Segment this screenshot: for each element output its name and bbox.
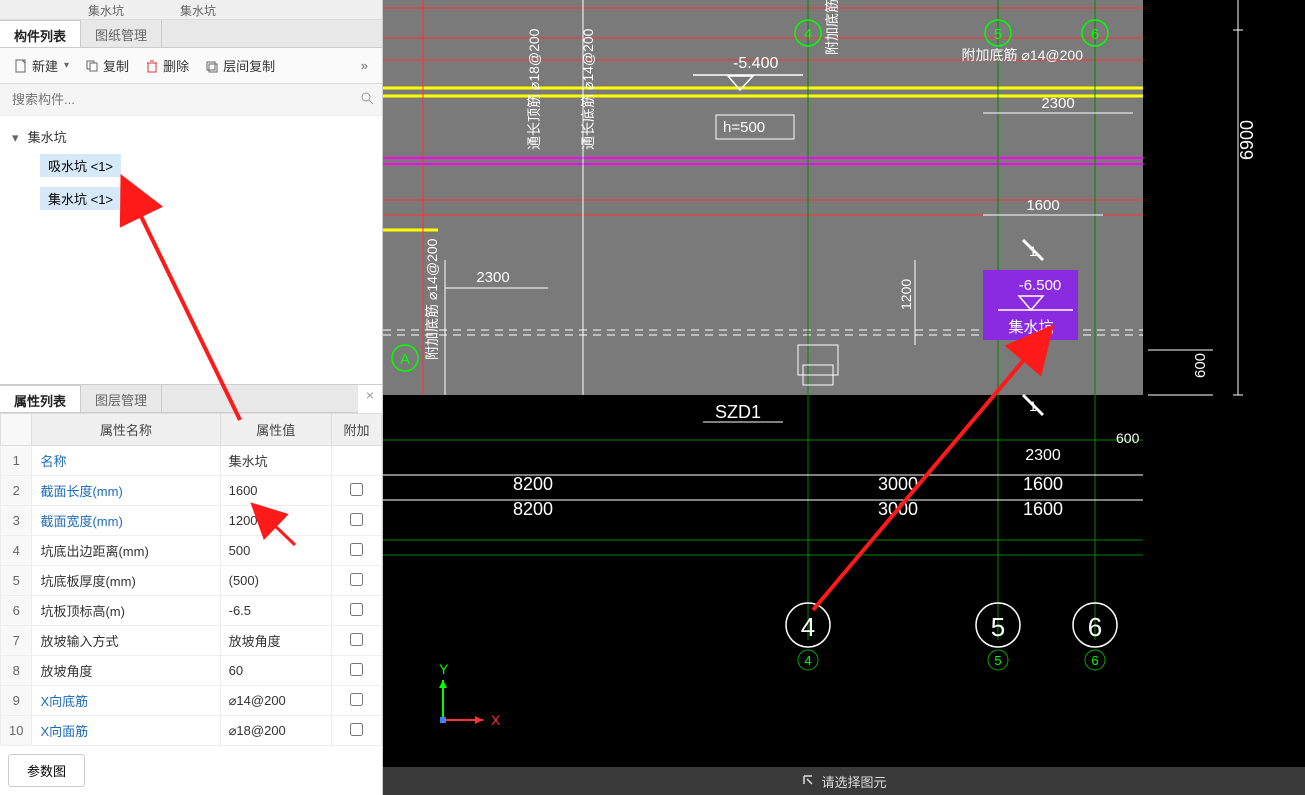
ucs-axis: X Y <box>439 661 501 728</box>
svg-text:4: 4 <box>804 653 811 668</box>
layer-copy-icon <box>205 59 219 73</box>
drawing-canvas[interactable]: -6.500 集水坑 -5.400 h=500 通长顶筋 ⌀18@200 通长底… <box>383 0 1305 795</box>
extra-checkbox[interactable] <box>350 483 363 496</box>
tab-layer-mgmt[interactable]: 图层管理 <box>81 385 162 412</box>
component-toolbar: 新建 ▾ 复制 删除 层间复制 » <box>0 48 382 84</box>
svg-text:5: 5 <box>994 653 1001 668</box>
trash-icon <box>145 59 159 73</box>
svg-text:-6.500: -6.500 <box>1019 277 1062 294</box>
status-bar: 请选择图元 <box>383 767 1305 795</box>
svg-text:1600: 1600 <box>1026 197 1059 214</box>
extra-checkbox[interactable] <box>350 693 363 706</box>
svg-text:1: 1 <box>1029 398 1037 414</box>
svg-text:1200: 1200 <box>898 279 914 310</box>
properties-table: 属性名称 属性值 附加 1名称集水坑2截面长度(mm)16003截面宽度(mm)… <box>0 413 382 746</box>
table-row[interactable]: 5坑底板厚度(mm)(500) <box>1 566 382 596</box>
svg-text:4: 4 <box>804 26 812 43</box>
tab-drawing-mgmt[interactable]: 图纸管理 <box>81 20 162 47</box>
svg-text:2300: 2300 <box>1041 95 1074 112</box>
table-row[interactable]: 1名称集水坑 <box>1 446 382 476</box>
svg-text:3000: 3000 <box>878 474 918 494</box>
svg-text:附加底筋 ⌀14@200: 附加底筋 ⌀14@200 <box>424 238 440 360</box>
search-icon <box>360 91 374 108</box>
table-row[interactable]: 4坑底出边距离(mm)500 <box>1 536 382 566</box>
delete-button[interactable]: 删除 <box>139 54 195 77</box>
svg-text:附加底筋: 附加底筋 <box>824 0 840 55</box>
svg-text:600: 600 <box>1192 353 1209 378</box>
table-row[interactable]: 6坑板顶标高(m)-6.5 <box>1 596 382 626</box>
component-tabs: 构件列表 图纸管理 <box>0 20 382 48</box>
svg-text:通长顶筋 ⌀18@200: 通长顶筋 ⌀18@200 <box>526 28 542 150</box>
table-row[interactable]: 10X向面筋⌀18@200 <box>1 716 382 746</box>
svg-text:通长底筋 ⌀14@200: 通长底筋 ⌀14@200 <box>580 28 596 150</box>
svg-text:4: 4 <box>801 612 815 642</box>
tree-item-1[interactable]: 集水坑 <1> <box>40 187 121 210</box>
layer-copy-button[interactable]: 层间复制 <box>199 54 281 77</box>
tree-item-0[interactable]: 吸水坑 <1> <box>40 154 121 177</box>
col-extra: 附加 <box>332 414 382 446</box>
table-row[interactable]: 2截面长度(mm)1600 <box>1 476 382 506</box>
svg-text:h=500: h=500 <box>723 119 765 136</box>
svg-text:5: 5 <box>994 26 1002 43</box>
svg-text:集水坑: 集水坑 <box>1008 319 1053 336</box>
component-search <box>0 84 382 116</box>
copy-button[interactable]: 复制 <box>79 54 135 77</box>
extra-checkbox[interactable] <box>350 543 363 556</box>
svg-text:6900: 6900 <box>1237 120 1257 160</box>
property-tabs: 属性列表 图层管理 <box>0 385 358 413</box>
extra-checkbox[interactable] <box>350 663 363 676</box>
svg-text:A: A <box>400 351 410 368</box>
svg-text:1600: 1600 <box>1023 499 1063 519</box>
svg-text:6: 6 <box>1091 26 1099 43</box>
table-row[interactable]: 7放坡输入方式放坡角度 <box>1 626 382 656</box>
table-row[interactable]: 9X向底筋⌀14@200 <box>1 686 382 716</box>
svg-text:附加底筋 ⌀14@200: 附加底筋 ⌀14@200 <box>962 47 1084 63</box>
breadcrumb-stubs: 集水坑 集水坑 <box>0 0 382 20</box>
select-icon <box>801 773 815 790</box>
properties-section: × 属性列表 图层管理 属性名称 属性值 附加 1名称集水坑2截面长度(mm)1… <box>0 384 382 795</box>
svg-text:5: 5 <box>991 612 1005 642</box>
extra-checkbox[interactable] <box>350 603 363 616</box>
svg-text:1: 1 <box>1029 243 1037 259</box>
col-value: 属性值 <box>220 414 331 446</box>
extra-checkbox[interactable] <box>350 723 363 736</box>
close-icon[interactable]: × <box>358 385 382 405</box>
dropdown-icon: ▾ <box>64 60 69 71</box>
copy-icon <box>85 59 99 73</box>
svg-text:-5.400: -5.400 <box>733 55 778 72</box>
extra-checkbox[interactable] <box>350 573 363 586</box>
svg-text:X: X <box>491 712 501 728</box>
tree-root[interactable]: ▾ 集水坑 <box>12 124 370 149</box>
svg-text:2300: 2300 <box>1025 447 1061 464</box>
svg-text:1600: 1600 <box>1023 474 1063 494</box>
new-button[interactable]: 新建 ▾ <box>8 54 75 77</box>
component-tree: ▾ 集水坑 吸水坑 <1> 集水坑 <1> <box>0 116 382 384</box>
svg-text:SZD1: SZD1 <box>715 402 761 422</box>
tab-component-list[interactable]: 构件列表 <box>0 20 81 47</box>
extra-checkbox[interactable] <box>350 513 363 526</box>
tab-property-list[interactable]: 属性列表 <box>0 385 81 412</box>
new-file-icon <box>14 59 28 73</box>
table-row[interactable]: 8放坡角度60 <box>1 656 382 686</box>
svg-text:2300: 2300 <box>476 269 509 286</box>
svg-text:8200: 8200 <box>513 474 553 494</box>
col-name: 属性名称 <box>32 414 220 446</box>
table-row[interactable]: 3截面宽度(mm)1200 <box>1 506 382 536</box>
param-diagram-button[interactable]: 参数图 <box>8 754 85 787</box>
toolbar-more[interactable]: » <box>355 56 374 75</box>
svg-text:600: 600 <box>1116 430 1140 446</box>
tree-caret-icon: ▾ <box>12 130 24 146</box>
extra-checkbox[interactable] <box>350 633 363 646</box>
svg-text:8200: 8200 <box>513 499 553 519</box>
svg-text:Y: Y <box>439 661 449 677</box>
svg-text:3000: 3000 <box>878 499 918 519</box>
search-input[interactable] <box>8 88 360 111</box>
svg-text:6: 6 <box>1091 653 1098 668</box>
svg-text:6: 6 <box>1088 612 1102 642</box>
